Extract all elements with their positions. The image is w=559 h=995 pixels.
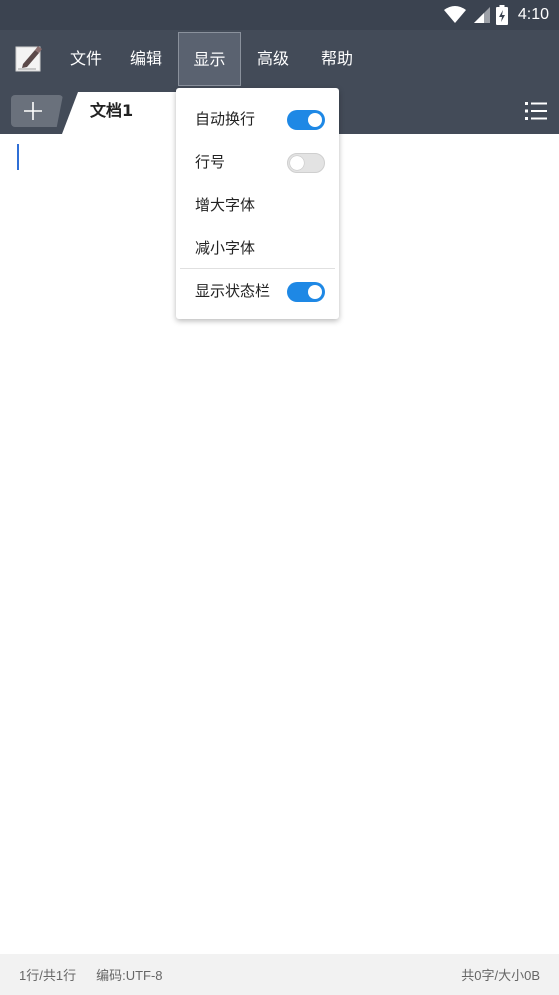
- increase-font-label: 增大字体: [195, 196, 256, 214]
- line-numbers-toggle[interactable]: [287, 153, 325, 173]
- menu-item-line-numbers[interactable]: 行号: [176, 141, 339, 184]
- app-window: 4:10 文件 编辑 显示 高级 帮助 文档1 自动换行 行号 增大字体 减小字…: [0, 0, 559, 995]
- toggle-knob: [290, 156, 304, 170]
- char-size-count: 共0字/大小0B: [461, 968, 540, 983]
- menu-view[interactable]: 显示: [178, 32, 241, 86]
- show-status-bar-label: 显示状态栏: [195, 282, 271, 300]
- editor-status-bar: 1行/共1行 编码:UTF-8 共0字/大小0B: [0, 954, 559, 995]
- view-dropdown-menu: 自动换行 行号 增大字体 减小字体 显示状态栏: [176, 88, 339, 319]
- decrease-font-label: 减小字体: [195, 239, 256, 257]
- text-cursor: [17, 144, 19, 170]
- show-status-bar-toggle[interactable]: [287, 282, 325, 302]
- menu-divider: [180, 268, 335, 269]
- menu-item-show-status-bar[interactable]: 显示状态栏: [176, 270, 339, 313]
- menu-bar: 文件 编辑 显示 高级 帮助: [0, 30, 559, 88]
- notepad-pen-icon[interactable]: [15, 44, 43, 72]
- signal-icon: [473, 7, 490, 23]
- battery-charging-icon: [495, 5, 508, 25]
- plus-icon: [24, 102, 42, 120]
- line-count: 1行/共1行: [19, 968, 77, 983]
- menu-item-increase-font[interactable]: 增大字体: [176, 184, 339, 227]
- status-time: 4:10: [517, 6, 549, 23]
- word-wrap-label: 自动换行: [195, 110, 256, 128]
- status-icons: 4:10: [443, 4, 549, 26]
- toggle-knob: [308, 113, 322, 127]
- menu-item-decrease-font[interactable]: 减小字体: [176, 227, 339, 270]
- wifi-icon: [443, 6, 466, 23]
- tab-document-1-label: 文档1: [90, 101, 134, 120]
- word-wrap-toggle[interactable]: [287, 110, 325, 130]
- list-menu-icon[interactable]: [525, 100, 547, 122]
- menu-advanced[interactable]: 高级: [247, 33, 299, 85]
- system-status-bar: 4:10: [0, 0, 559, 30]
- menu-item-word-wrap[interactable]: 自动换行: [176, 98, 339, 141]
- menu-help[interactable]: 帮助: [311, 33, 363, 85]
- line-numbers-label: 行号: [195, 153, 226, 171]
- toggle-knob: [308, 285, 322, 299]
- status-left: 1行/共1行 编码:UTF-8: [19, 954, 163, 995]
- menu-edit[interactable]: 编辑: [120, 33, 172, 85]
- encoding: 编码:UTF-8: [96, 968, 163, 983]
- menu-file[interactable]: 文件: [60, 33, 112, 85]
